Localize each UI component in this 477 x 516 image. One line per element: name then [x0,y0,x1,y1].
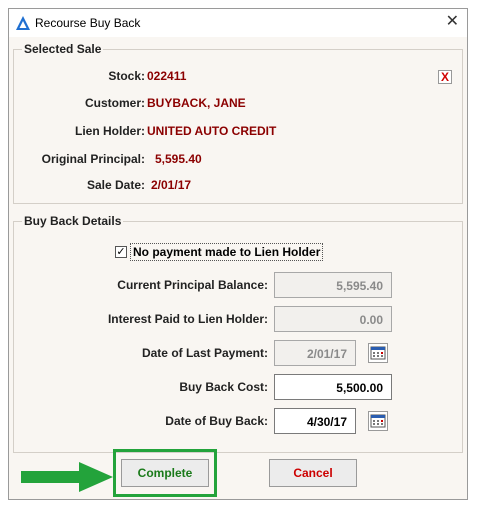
stock-label: Stock: [108,69,145,83]
customer-label: Customer: [84,96,145,110]
lien-holder-label: Lien Holder: [74,124,145,138]
selected-sale-title: Selected Sale [22,42,104,56]
app-triangle-icon [16,16,30,30]
buy-back-cost-field[interactable]: 5,500.00 [274,374,392,400]
recourse-buy-back-dialog: Recourse Buy Back ✕ Selected Sale Stock:… [8,8,468,500]
stock-value: 022411 [147,69,187,83]
title-bar: Recourse Buy Back ✕ [9,9,467,37]
customer-value: BUYBACK, JANE [147,96,246,110]
interest-paid-field[interactable]: 0.00 [274,306,392,332]
original-principal-label: Original Principal: [41,152,145,166]
lien-holder-value: UNITED AUTO CREDIT [147,124,277,138]
buy-back-date-label: Date of Buy Back: [165,414,268,428]
no-payment-label[interactable]: No payment made to Lien Holder [130,243,324,261]
selected-sale-group: Selected Sale Stock: 022411 X Customer: … [13,42,463,204]
window-title: Recourse Buy Back [35,16,141,30]
buy-back-cost-label: Buy Back Cost: [179,380,268,394]
interest-paid-label: Interest Paid to Lien Holder: [107,312,268,326]
no-payment-checkbox[interactable]: ✓ [115,246,127,258]
buy-back-date-field[interactable]: 4/30/17 [274,408,356,434]
complete-button[interactable]: Complete [121,459,209,487]
current-principal-field[interactable]: 5,595.40 [274,272,392,298]
buy-back-details-group: Buy Back Details ✓ No payment made to Li… [13,214,463,453]
last-payment-calendar-icon[interactable] [368,343,388,363]
clear-sale-button[interactable]: X [438,70,452,84]
green-arrow-icon [21,462,113,492]
close-icon[interactable]: ✕ [446,13,459,31]
last-payment-label: Date of Last Payment: [141,346,268,360]
sale-date-label: Sale Date: [86,178,145,192]
cancel-button[interactable]: Cancel [269,459,357,487]
buy-back-calendar-icon[interactable] [368,411,388,431]
original-principal-value: 5,595.40 [155,152,202,166]
last-payment-date-field[interactable]: 2/01/17 [274,340,356,366]
buy-back-details-title: Buy Back Details [22,214,124,228]
sale-date-value: 2/01/17 [151,178,192,192]
current-principal-label: Current Principal Balance: [117,278,268,292]
